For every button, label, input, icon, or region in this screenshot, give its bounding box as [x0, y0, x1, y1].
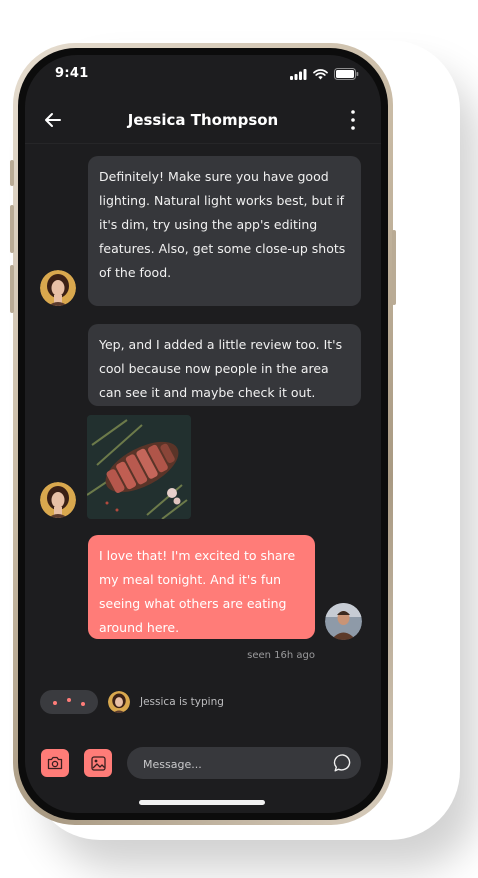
- jessica-avatar[interactable]: [40, 482, 76, 518]
- home-indicator: [139, 800, 265, 805]
- typing-indicator: [40, 690, 98, 714]
- typing-dot: [81, 702, 85, 706]
- volume-up-button: [10, 205, 14, 253]
- typing-dot: [53, 701, 57, 705]
- message-text: Yep, and I added a little review too. It…: [99, 337, 343, 400]
- camera-icon: [47, 756, 63, 770]
- message-composer: [127, 747, 361, 781]
- signal-icon: [290, 68, 307, 80]
- message-text: I love that! I'm excited to share my mea…: [99, 548, 296, 635]
- typing-dot: [67, 698, 71, 702]
- chat-header: Jessica Thompson: [25, 99, 381, 143]
- header-divider: [25, 143, 381, 144]
- wifi-icon: [313, 68, 328, 79]
- mute-switch: [10, 160, 14, 186]
- jessica-avatar[interactable]: [40, 270, 76, 306]
- message-text: Definitely! Make sure you have good ligh…: [99, 169, 346, 280]
- chat-screen: 9:41 Jessica Thompson Definitely! Make s…: [25, 55, 381, 813]
- power-button: [392, 230, 396, 305]
- image-icon: [90, 755, 106, 771]
- typing-status-text: Jessica is typing: [140, 696, 224, 708]
- outgoing-message-bubble: I love that! I'm excited to share my mea…: [88, 535, 315, 639]
- message-input[interactable]: [141, 747, 325, 781]
- gallery-button[interactable]: [84, 749, 112, 777]
- battery-icon: [334, 68, 359, 80]
- send-message-icon[interactable]: [333, 753, 353, 773]
- status-icons: [290, 68, 359, 80]
- more-options-icon[interactable]: [345, 107, 361, 133]
- steak-photo[interactable]: [87, 415, 191, 519]
- jessica-avatar-small: [108, 691, 130, 713]
- contact-name[interactable]: Jessica Thompson: [25, 111, 381, 129]
- seen-status: seen 16h ago: [247, 650, 315, 661]
- incoming-message-bubble: Definitely! Make sure you have good ligh…: [88, 156, 361, 306]
- volume-down-button: [10, 265, 14, 313]
- camera-button[interactable]: [41, 749, 69, 777]
- incoming-message-bubble: Yep, and I added a little review too. It…: [88, 324, 361, 406]
- status-bar: 9:41: [25, 55, 381, 99]
- user-avatar[interactable]: [325, 603, 362, 640]
- status-time: 9:41: [55, 66, 89, 81]
